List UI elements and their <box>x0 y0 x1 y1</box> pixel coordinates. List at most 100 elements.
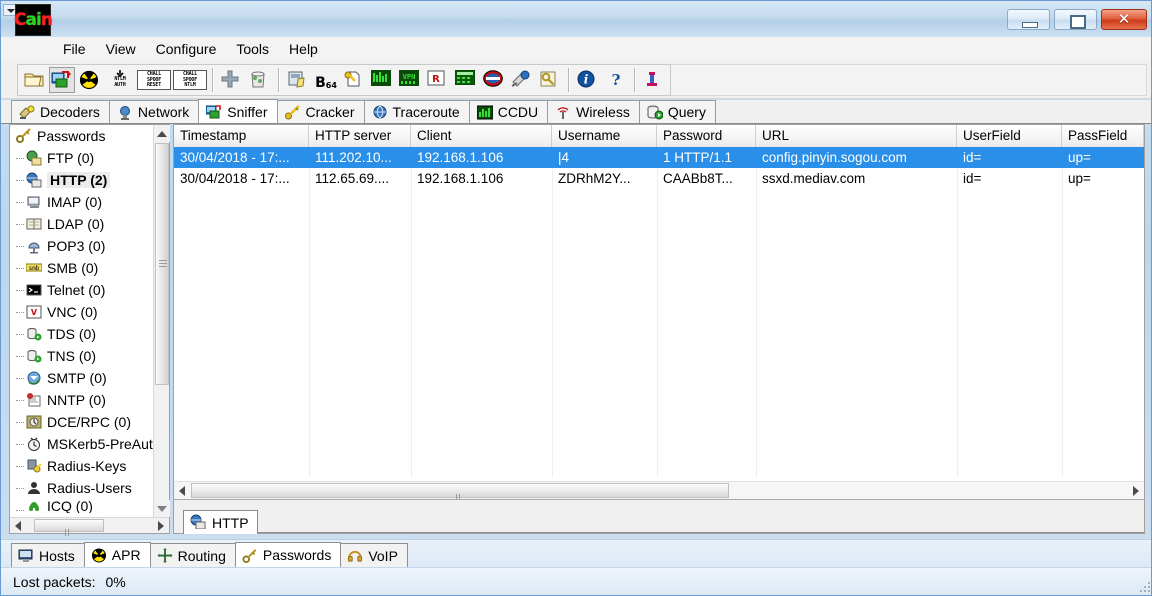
tree-root-label: Passwords <box>37 128 106 144</box>
passwords-tree-pane: Passwords FTP (0) HTTP (2) IMAP (0) LDAP… <box>9 124 170 554</box>
sidebar-item-vnc[interactable]: V VNC (0) <box>10 301 155 323</box>
column-header-userfield[interactable]: UserField <box>957 125 1062 147</box>
sidebar-item-radius-users[interactable]: Radius-Users <box>10 477 155 499</box>
sidebar-item-http[interactable]: HTTP (2) <box>10 169 155 191</box>
table-row[interactable]: 30/04/2018 - 17:... 112.65.69.... 192.16… <box>174 168 1144 189</box>
hscroll-thumb-grip <box>456 488 464 519</box>
tree-scroll-left-arrow[interactable] <box>10 518 26 533</box>
list-scroll-right-arrow[interactable] <box>1128 482 1144 499</box>
sidebar-item-icq[interactable]: ICQ (0) <box>10 499 155 513</box>
rdp-decoder-button[interactable]: R <box>425 67 451 93</box>
cisco-type7-decoder-button[interactable] <box>369 67 395 93</box>
list-scroll-left-arrow[interactable] <box>174 482 190 499</box>
sidebar-item-radius-keys[interactable]: Radius-Keys <box>10 455 155 477</box>
menu-configure[interactable]: Configure <box>146 39 227 59</box>
column-header-password[interactable]: Password <box>657 125 756 147</box>
column-header-username[interactable]: Username <box>552 125 657 147</box>
scroll-up-arrow[interactable] <box>154 125 170 142</box>
bottom-tab-apr[interactable]: APR <box>83 542 151 567</box>
access-database-password-decoder-button[interactable] <box>341 67 367 93</box>
cell-userfield: id= <box>963 171 982 186</box>
tab-ccdu[interactable]: CCDU <box>468 100 549 123</box>
sidebar-item-smb[interactable]: smb SMB (0) <box>10 257 155 279</box>
base64-icon: B 64 <box>315 70 337 90</box>
chall-reset-label-3: RESET <box>146 82 162 88</box>
menu-view[interactable]: View <box>96 39 146 59</box>
tree-scroll-thumb[interactable] <box>155 143 169 385</box>
sidebar-item-ldap[interactable]: LDAP (0) <box>10 213 155 235</box>
remove-button[interactable] <box>247 67 273 93</box>
tab-traceroute[interactable]: Traceroute <box>363 100 470 123</box>
about-button[interactable]: i <box>575 67 601 93</box>
certificate-collector-button[interactable] <box>641 67 667 93</box>
sidebar-item-imap[interactable]: IMAP (0) <box>10 191 155 213</box>
sidebar-item-nntp[interactable]: NNTP (0) <box>10 389 155 411</box>
sidebar-item-tns[interactable]: TNS (0) <box>10 345 155 367</box>
scroll-down-arrow[interactable] <box>154 500 170 517</box>
tree-horizontal-scrollbar[interactable] <box>10 517 169 554</box>
wireless-key-button[interactable] <box>537 67 563 93</box>
sidebar-item-smtp[interactable]: SMTP (0) <box>10 367 155 389</box>
hash-calculator-button[interactable] <box>285 67 311 93</box>
bottom-tab-voip[interactable]: VoIP <box>340 543 408 567</box>
cell-timestamp: 30/04/2018 - 17:... <box>180 150 290 165</box>
tab-network[interactable]: Network <box>108 100 200 123</box>
menu-help[interactable]: Help <box>279 39 328 59</box>
sidebar-item-ftp[interactable]: FTP (0) <box>10 147 155 169</box>
open-folder-button[interactable] <box>21 67 47 93</box>
menu-file[interactable]: File <box>53 39 96 59</box>
sidebar-item-pop3[interactable]: POP3 (0) <box>10 235 155 257</box>
chall-ntlm-label-3: NTLM <box>184 82 196 88</box>
tab-query[interactable]: Query <box>638 100 716 123</box>
tab-wireless[interactable]: Wireless <box>547 100 640 123</box>
sub-tab-label: HTTP <box>212 514 249 531</box>
sidebar-item-mskerb5-preauth[interactable]: MSKerb5-PreAuth <box>10 433 155 455</box>
rdp-icon: R <box>427 70 449 90</box>
minimize-button[interactable] <box>1007 9 1050 30</box>
bottom-tab-routing[interactable]: Routing <box>149 543 236 567</box>
list-hscroll-thumb[interactable] <box>191 483 729 519</box>
start-stop-sniffer-button[interactable] <box>49 67 75 93</box>
tree-root-passwords[interactable]: Passwords <box>10 125 155 147</box>
sidebar-item-tds[interactable]: TDS (0) <box>10 323 155 345</box>
resize-grip[interactable] <box>1134 576 1150 592</box>
bottom-tab-passwords[interactable]: Passwords <box>234 542 342 567</box>
sidebar-item-dcerpc[interactable]: DCE/RPC (0) <box>10 411 155 433</box>
tree-vertical-scrollbar[interactable] <box>153 125 170 517</box>
column-header-client[interactable]: Client <box>411 125 552 147</box>
tree-hscroll-thumb[interactable] <box>34 519 104 554</box>
sidebar-item-telnet[interactable]: Telnet (0) <box>10 279 155 301</box>
tab-decoders[interactable]: Decoders <box>11 100 110 123</box>
add-to-list-button[interactable] <box>219 67 245 93</box>
base64-decoder-button[interactable]: B 64 <box>313 67 339 93</box>
help-button[interactable]: ? <box>603 67 629 93</box>
chall-spoof-ntlm-button[interactable]: CHALL SPOOF NTLM <box>173 67 207 93</box>
table-row[interactable]: 30/04/2018 - 17:... 111.202.10... 192.16… <box>174 147 1144 168</box>
column-header-url[interactable]: URL <box>756 125 957 147</box>
maximize-button[interactable] <box>1054 9 1097 30</box>
query-db-icon <box>647 105 664 120</box>
chall-spoof-reset-button[interactable]: CHALL SPOOF RESET <box>137 67 171 93</box>
calculator-button[interactable] <box>453 67 479 93</box>
column-header-passfield[interactable]: PassField <box>1062 125 1144 147</box>
sidebar-item-label: SMTP (0) <box>47 370 107 386</box>
tab-sniffer[interactable]: Sniffer <box>198 99 278 123</box>
sub-tab-http[interactable]: HTTP <box>183 510 258 534</box>
ntlm-auth-button[interactable]: NTLM AUTH <box>105 67 135 93</box>
tab-cracker[interactable]: Cracker <box>276 100 365 123</box>
bottom-tab-hosts[interactable]: Hosts <box>11 543 85 567</box>
plus-icon <box>221 70 243 90</box>
network-enumerator-button[interactable] <box>481 67 507 93</box>
toolbar-separator-3 <box>568 68 570 92</box>
close-button[interactable]: ✕ <box>1101 9 1147 30</box>
column-header-timestamp[interactable]: Timestamp <box>174 125 309 147</box>
tree-scroll-right-arrow[interactable] <box>153 518 169 533</box>
start-stop-apr-button[interactable] <box>77 67 103 93</box>
toolbar-empty-area <box>641 64 1147 96</box>
list-horizontal-scrollbar[interactable] <box>174 481 1144 519</box>
vnc-password-decoder-button[interactable]: VPN <box>397 67 423 93</box>
svg-text:VPN: VPN <box>403 73 416 81</box>
column-header-http-server[interactable]: HTTP server <box>309 125 411 147</box>
menu-tools[interactable]: Tools <box>226 39 279 59</box>
dialup-password-decoder-button[interactable] <box>509 67 535 93</box>
